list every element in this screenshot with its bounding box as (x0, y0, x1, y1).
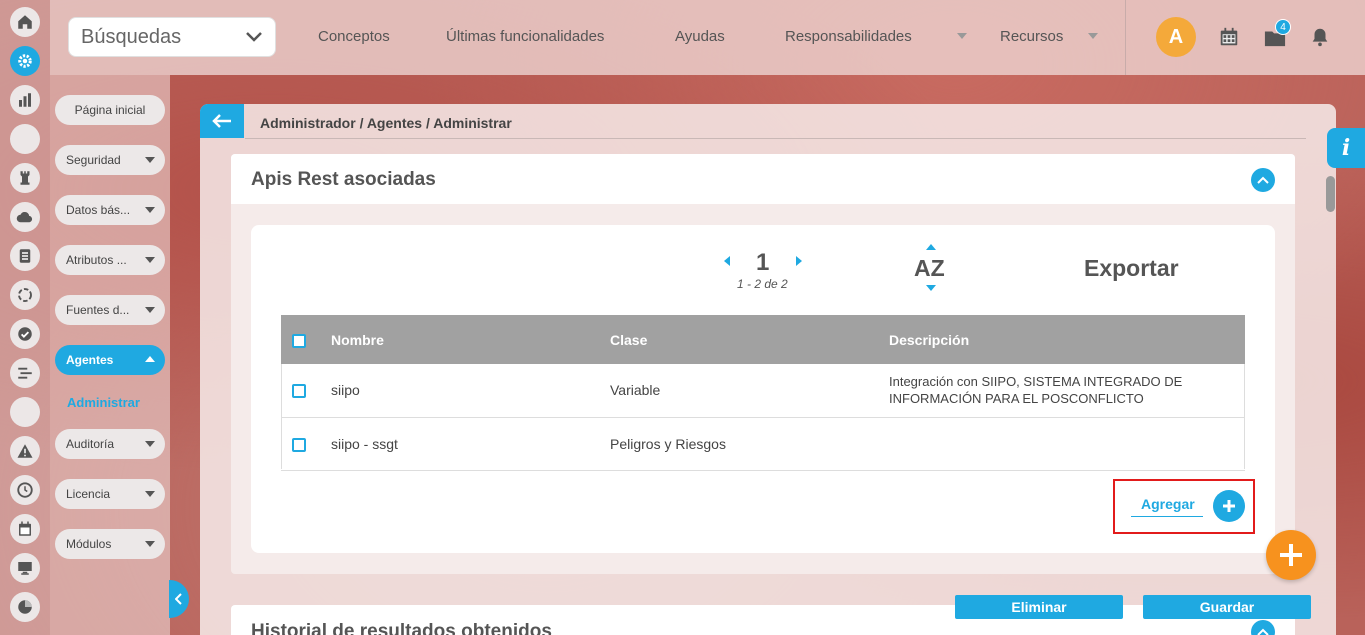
arrow-left-icon (212, 114, 231, 128)
caret-down-icon (145, 257, 155, 263)
table-row[interactable]: siipo Variable Integración con SIIPO, SI… (281, 364, 1245, 418)
chevron-up-icon (1257, 176, 1269, 184)
notification-badge: 4 (1275, 19, 1291, 35)
monitor-icon[interactable] (10, 553, 40, 583)
icon-rail (0, 0, 50, 635)
sidebar-item-pagina-inicial[interactable]: Página inicial (55, 95, 165, 125)
sidebar-item-licencia[interactable]: Licencia (55, 479, 165, 509)
sidebar-subitem-administrar[interactable]: Administrar (67, 395, 140, 410)
cell-clase: Variable (610, 364, 889, 418)
info-button[interactable]: i (1327, 128, 1365, 168)
next-page-icon[interactable] (796, 256, 802, 266)
clock-icon[interactable] (10, 475, 40, 505)
pagination-range: 1 - 2 de 2 (737, 277, 788, 291)
caret-down-icon (145, 307, 155, 313)
cloud-icon[interactable] (10, 202, 40, 232)
cycle-icon[interactable] (10, 280, 40, 310)
cell-descripcion (889, 417, 1245, 471)
bar-chart-icon[interactable] (10, 85, 40, 115)
add-button[interactable] (1213, 490, 1245, 522)
sidebar-item-agentes[interactable]: Agentes (55, 345, 165, 375)
column-header-descripcion[interactable]: Descripción (889, 315, 1245, 364)
nav-ayudas[interactable]: Ayudas (675, 28, 725, 45)
select-all-cell (281, 315, 331, 364)
breadcrumb: Administrador / Agentes / Administrar (260, 115, 512, 131)
checkbox-cell (281, 364, 331, 418)
cell-nombre: siipo - ssgt (331, 417, 610, 471)
sidebar-item-modulos[interactable]: Módulos (55, 529, 165, 559)
back-button[interactable] (200, 104, 244, 138)
checkbox-cell (281, 417, 331, 471)
caret-down-icon (145, 541, 155, 547)
calendar-icon[interactable] (10, 514, 40, 544)
nav-ultimas-funcionalidades[interactable]: Últimas funcionalidades (446, 28, 604, 45)
sidebar-item-seguridad[interactable]: Seguridad (55, 145, 165, 175)
section-title-2: Historial de resultados obtenidos (251, 621, 552, 635)
cell-clase: Peligros y Riesgos (610, 417, 889, 471)
column-header-clase[interactable]: Clase (610, 315, 889, 364)
cell-nombre: siipo (331, 364, 610, 418)
search-label: Búsquedas (81, 25, 182, 48)
row-checkbox[interactable] (292, 437, 306, 452)
prev-page-icon[interactable] (724, 256, 730, 266)
collapse-section-button[interactable] (1251, 168, 1275, 192)
row-checkbox[interactable] (292, 384, 306, 399)
table-header-row: Nombre Clase Descripción (281, 315, 1245, 364)
nav-conceptos[interactable]: Conceptos (318, 28, 390, 45)
sort-up-icon[interactable] (926, 244, 936, 250)
sidebar-item-fuentes[interactable]: Fuentes d... (55, 295, 165, 325)
sidebar-item-datos-basicos[interactable]: Datos bás... (55, 195, 165, 225)
plus-icon (1223, 500, 1235, 512)
table-row[interactable]: siipo - ssgt Peligros y Riesgos (281, 417, 1245, 471)
caret-up-icon (145, 356, 155, 362)
plus-icon (1280, 544, 1302, 566)
search-dropdown[interactable]: Búsquedas (68, 17, 276, 57)
add-underline (1131, 516, 1203, 517)
sort-down-icon[interactable] (926, 285, 936, 291)
blank-icon[interactable] (10, 124, 40, 154)
delete-button[interactable]: Eliminar (955, 595, 1123, 619)
scrollbar[interactable] (1326, 176, 1335, 212)
collapse-sidebar-button[interactable] (169, 580, 189, 618)
check-circle-icon[interactable] (10, 319, 40, 349)
save-button[interactable]: Guardar (1143, 595, 1311, 619)
home-icon[interactable] (10, 7, 40, 37)
column-header-nombre[interactable]: Nombre (331, 315, 610, 364)
caret-down-icon (145, 207, 155, 213)
caret-down-icon[interactable] (957, 33, 967, 39)
chevron-down-icon (246, 32, 262, 42)
cell-descripcion: Integración con SIIPO, SISTEMA INTEGRADO… (889, 364, 1245, 418)
page-number: 1 (756, 249, 770, 276)
sort-button[interactable]: AZ (914, 255, 945, 282)
caret-down-icon (145, 441, 155, 447)
export-button[interactable]: Exportar (1084, 255, 1179, 282)
select-all-checkbox[interactable] (292, 333, 306, 348)
caret-down-icon-2[interactable] (1088, 33, 1098, 39)
section-title: Apis Rest asociadas (251, 169, 436, 190)
gear-icon[interactable] (10, 46, 40, 76)
pie-chart-icon[interactable] (10, 592, 40, 622)
apis-table: Nombre Clase Descripción siipo Variable … (281, 315, 1245, 471)
sidebar-item-auditoria[interactable]: Auditoría (55, 429, 165, 459)
divider (245, 138, 1306, 139)
list-icon[interactable] (10, 358, 40, 388)
chevron-left-icon (175, 593, 182, 605)
nav-recursos[interactable]: Recursos (1000, 28, 1063, 45)
blank-icon-2[interactable] (10, 397, 40, 427)
divider (1125, 0, 1126, 75)
document-icon[interactable] (10, 241, 40, 271)
caret-down-icon (145, 491, 155, 497)
sidebar-item-atributos[interactable]: Atributos ... (55, 245, 165, 275)
add-link[interactable]: Agregar (1141, 496, 1195, 512)
chevron-up-icon (1257, 628, 1269, 635)
chess-rook-icon[interactable] (10, 163, 40, 193)
warning-icon[interactable] (10, 436, 40, 466)
avatar[interactable]: A (1156, 17, 1196, 57)
calendar-icon[interactable] (1218, 26, 1240, 48)
caret-down-icon (145, 157, 155, 163)
bell-icon[interactable] (1309, 26, 1331, 48)
floating-add-button[interactable] (1266, 530, 1316, 580)
nav-responsabilidades[interactable]: Responsabilidades (785, 28, 912, 45)
